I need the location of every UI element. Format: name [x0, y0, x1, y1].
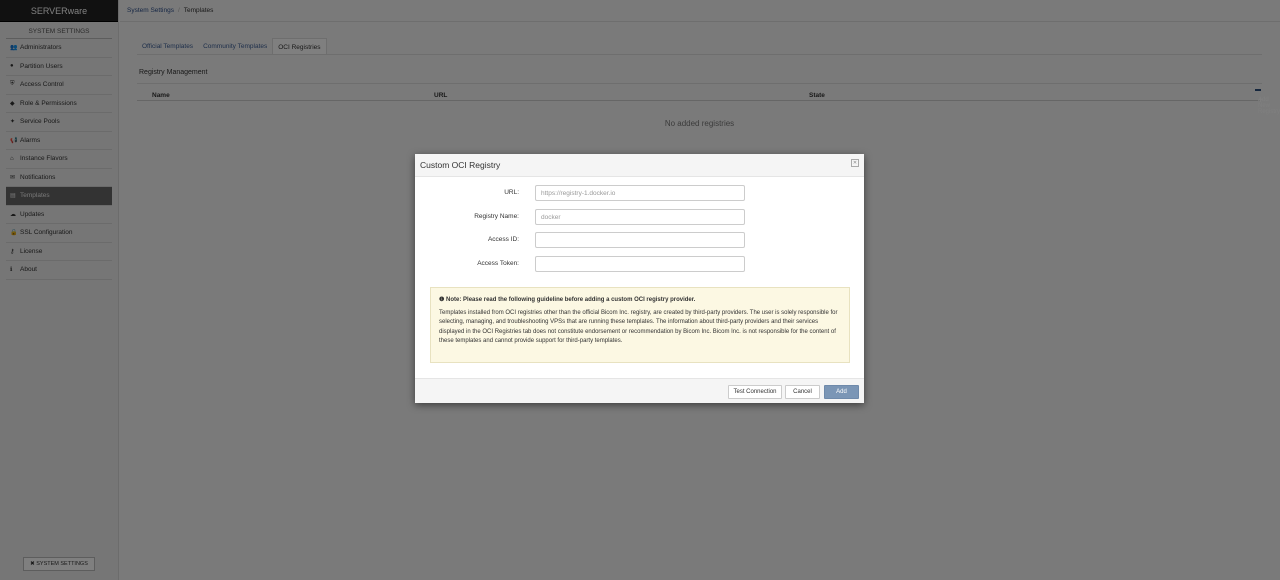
access-token-label: Access Token:: [477, 260, 519, 267]
registry-name-input[interactable]: [535, 209, 745, 225]
access-id-input[interactable]: [535, 232, 745, 248]
access-token-row: Access Token:: [415, 256, 864, 272]
note-body: Templates installed from OCI registries …: [439, 309, 838, 345]
registry-name-row: Registry Name:: [415, 209, 864, 225]
url-row: URL:: [415, 185, 864, 201]
dialog-title: Custom OCI Registry: [415, 154, 864, 177]
url-label: URL:: [504, 189, 519, 196]
access-token-input[interactable]: [535, 256, 745, 272]
test-connection-button[interactable]: Test Connection: [728, 385, 782, 399]
note-title: Note: Please read the following guidelin…: [446, 297, 696, 303]
dialog-footer: Test Connection Cancel Add: [415, 378, 864, 403]
access-id-row: Access ID:: [415, 232, 864, 248]
access-id-label: Access ID:: [487, 236, 519, 243]
close-icon[interactable]: ✕: [851, 159, 859, 167]
cancel-button[interactable]: Cancel: [785, 385, 820, 399]
guideline-note: ❶ Note: Please read the following guidel…: [430, 287, 850, 363]
custom-oci-registry-dialog: Custom OCI Registry ✕ URL: Registry Name…: [415, 154, 864, 403]
registry-name-label: Registry Name:: [474, 213, 519, 220]
url-input[interactable]: [535, 185, 745, 201]
add-button[interactable]: Add: [824, 385, 859, 399]
info-icon: ❶: [439, 297, 447, 303]
